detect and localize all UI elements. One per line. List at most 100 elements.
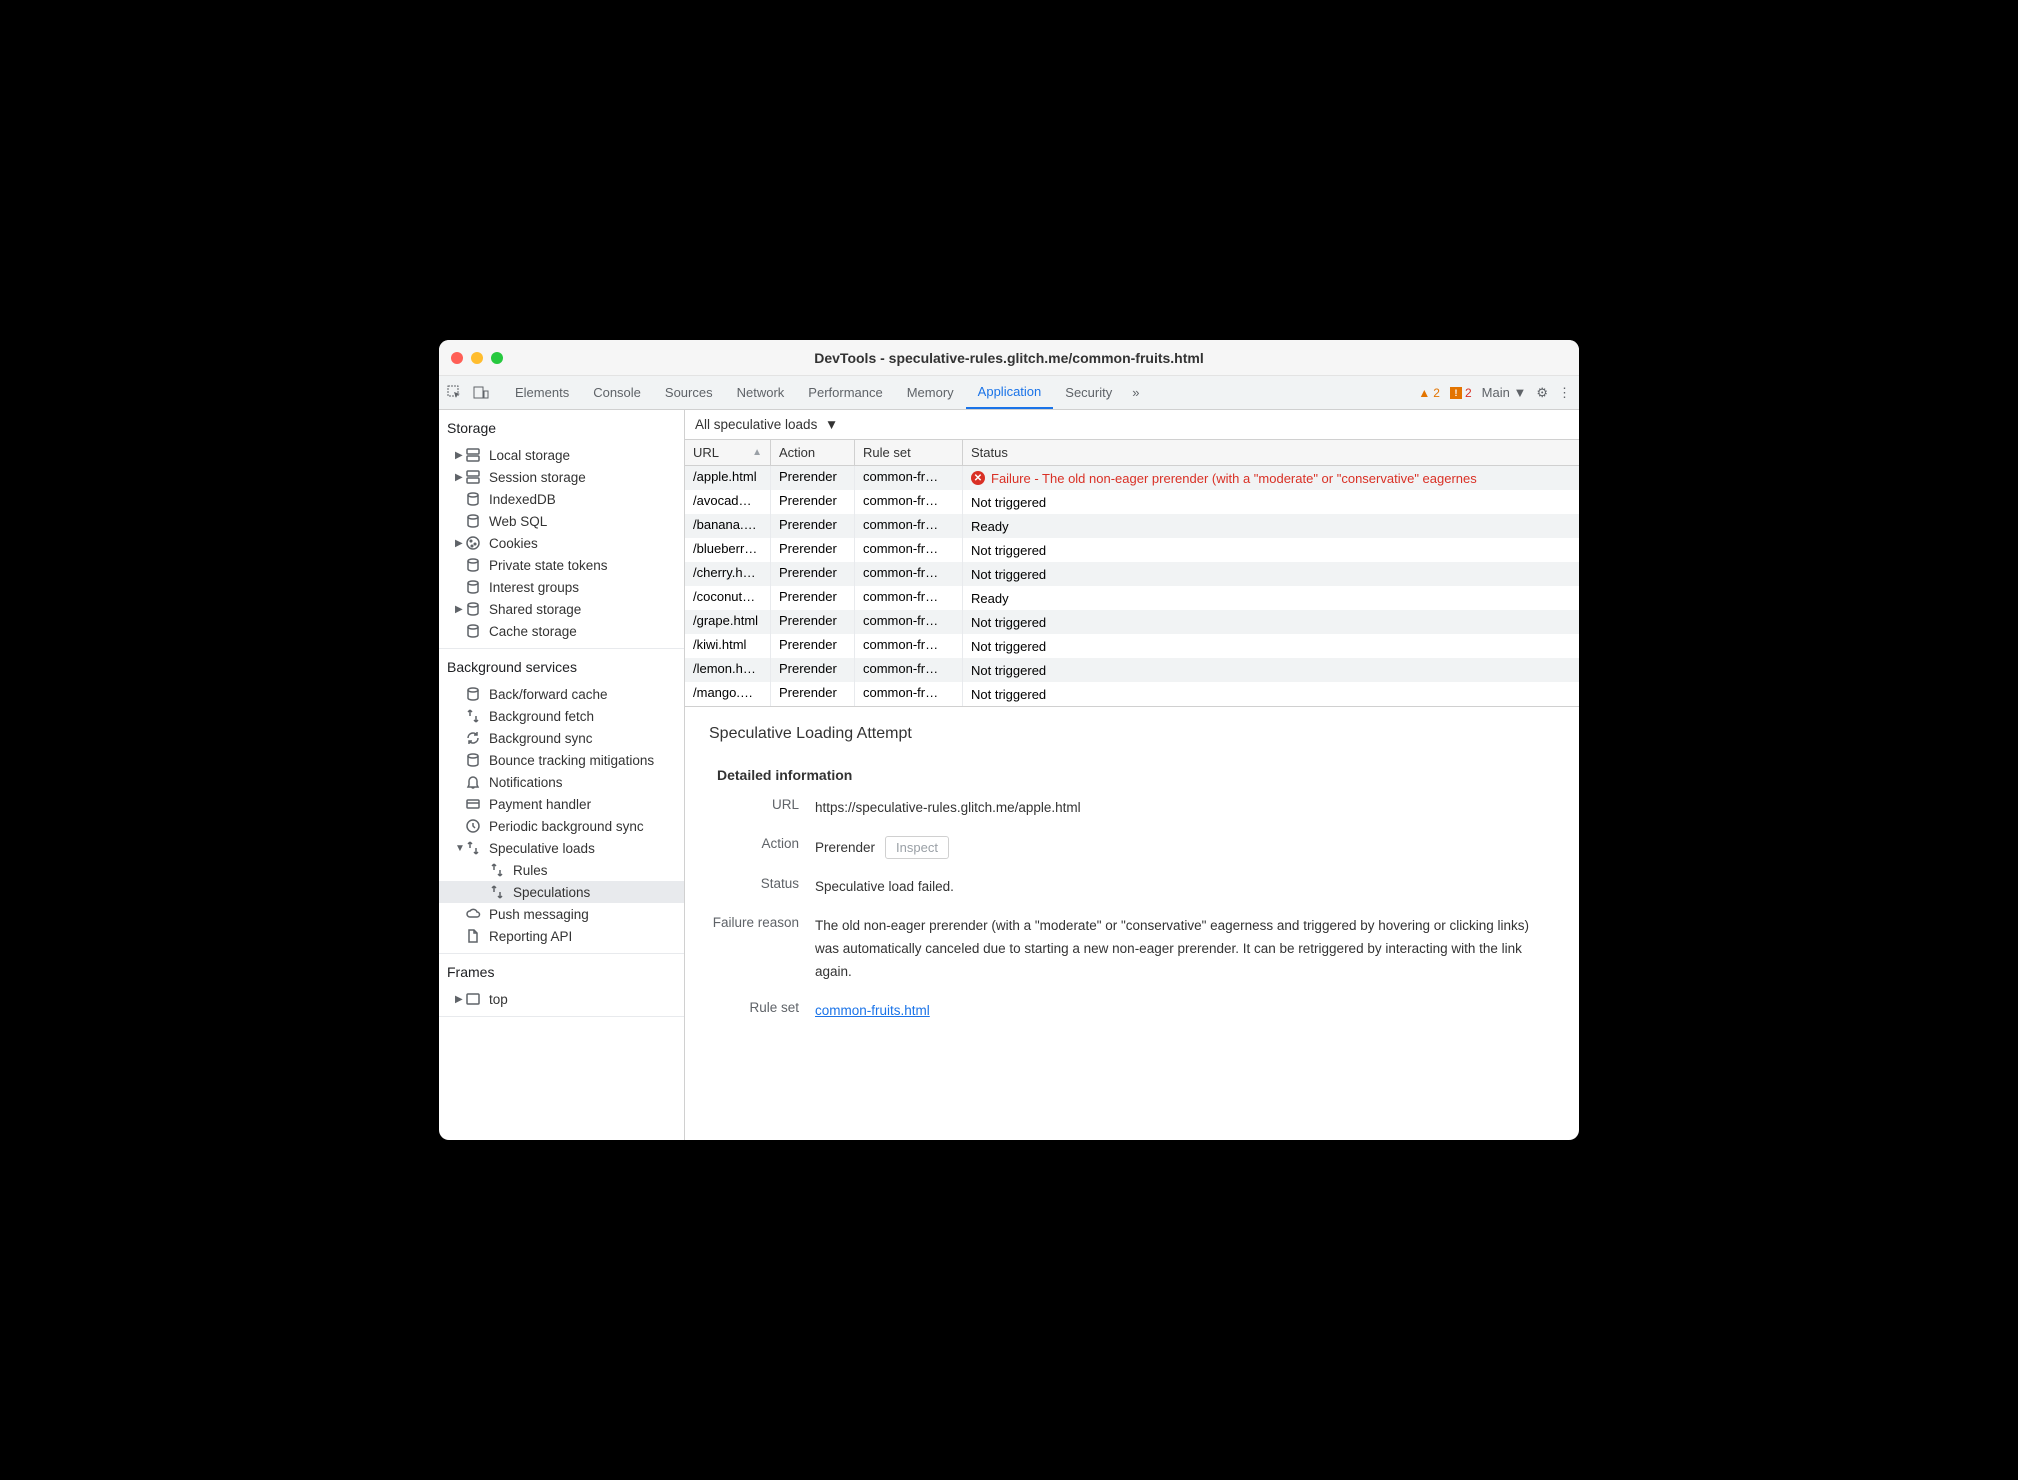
- detail-subheading: Detailed information: [709, 767, 1555, 783]
- cell-action: Prerender: [771, 610, 855, 634]
- column-header-ruleset[interactable]: Rule set: [855, 440, 963, 465]
- cylinder-icon: [465, 579, 481, 595]
- zoom-window-button[interactable]: [491, 352, 503, 364]
- table-row[interactable]: /cherry.h…Prerendercommon-fr…Not trigger…: [685, 562, 1579, 586]
- sidebar-item-cookies[interactable]: ▶ Cookies: [439, 532, 684, 554]
- sidebar-item-indexeddb[interactable]: IndexedDB: [439, 488, 684, 510]
- tab-console[interactable]: Console: [581, 376, 653, 409]
- sidebar-item-label: Shared storage: [489, 602, 581, 617]
- table-row[interactable]: /blueberr…Prerendercommon-fr…Not trigger…: [685, 538, 1579, 562]
- clock-icon: [465, 818, 481, 834]
- sidebar-item-rules[interactable]: Rules: [439, 859, 684, 881]
- table-row[interactable]: /mango.…Prerendercommon-fr…Not triggered: [685, 682, 1579, 706]
- sidebar-item-shared-storage[interactable]: ▶Shared storage: [439, 598, 684, 620]
- tab-network[interactable]: Network: [725, 376, 797, 409]
- cylinder-icon: [465, 601, 481, 617]
- table-row[interactable]: /lemon.h…Prerendercommon-fr…Not triggere…: [685, 658, 1579, 682]
- warning-icon: ▲: [1418, 386, 1430, 400]
- cell-action: Prerender: [771, 466, 855, 490]
- cell-status: Not triggered: [963, 538, 1579, 562]
- tab-application[interactable]: Application: [966, 376, 1054, 409]
- cell-url: /kiwi.html: [685, 634, 771, 658]
- device-toolbar-icon[interactable]: [473, 385, 489, 401]
- sidebar-item-interest-groups[interactable]: Interest groups: [439, 576, 684, 598]
- cylinder-icon: [465, 752, 481, 768]
- sidebar-item-back-forward-cache[interactable]: Back/forward cache: [439, 683, 684, 705]
- tab-performance[interactable]: Performance: [796, 376, 894, 409]
- sidebar-item-local-storage[interactable]: ▶Local storage: [439, 444, 684, 466]
- sidebar-item-label: Cookies: [489, 536, 538, 551]
- minimize-window-button[interactable]: [471, 352, 483, 364]
- table-row[interactable]: /banana.…Prerendercommon-fr…Ready: [685, 514, 1579, 538]
- sidebar-section-storage: Storage: [439, 410, 684, 444]
- filter-dropdown[interactable]: All speculative loads ▼: [685, 410, 1579, 440]
- settings-icon[interactable]: ⚙: [1536, 385, 1548, 401]
- sidebar-item-background-fetch[interactable]: Background fetch: [439, 705, 684, 727]
- titlebar: DevTools - speculative-rules.glitch.me/c…: [439, 340, 1579, 376]
- cylinder-icon: [465, 557, 481, 573]
- sidebar-item-notifications[interactable]: Notifications: [439, 771, 684, 793]
- detail-ruleset-link[interactable]: common-fruits.html: [815, 1003, 930, 1018]
- table-row[interactable]: /coconut…Prerendercommon-fr…Ready: [685, 586, 1579, 610]
- sidebar-item-top[interactable]: ▶top: [439, 988, 684, 1010]
- cell-url: /coconut…: [685, 586, 771, 610]
- detail-url-value: https://speculative-rules.glitch.me/appl…: [815, 797, 1555, 820]
- caret-right-icon: ▶: [455, 538, 465, 549]
- errors-badge[interactable]: !2: [1450, 386, 1472, 400]
- tab-elements[interactable]: Elements: [503, 376, 581, 409]
- card-icon: [465, 796, 481, 812]
- tab-security[interactable]: Security: [1053, 376, 1124, 409]
- warnings-badge[interactable]: ▲2: [1418, 386, 1440, 400]
- cell-status: ✕Failure - The old non-eager prerender (…: [963, 466, 1579, 490]
- sidebar-item-reporting-api[interactable]: Reporting API: [439, 925, 684, 947]
- table-row[interactable]: /avocad…Prerendercommon-fr…Not triggered: [685, 490, 1579, 514]
- detail-reason-value: The old non-eager prerender (with a "mod…: [815, 915, 1555, 984]
- column-header-action[interactable]: Action: [771, 440, 855, 465]
- sidebar-item-label: Background fetch: [489, 709, 594, 724]
- cell-rule: common-fr…: [855, 514, 963, 538]
- column-header-status[interactable]: Status: [963, 440, 1579, 465]
- sidebar-item-label: Interest groups: [489, 580, 579, 595]
- table-row[interactable]: /apple.htmlPrerendercommon-fr…✕Failure -…: [685, 466, 1579, 490]
- inspect-element-icon[interactable]: [447, 385, 463, 401]
- sidebar-item-label: Reporting API: [489, 929, 572, 944]
- content-pane: All speculative loads ▼ URL▲ Action Rule…: [685, 410, 1579, 1140]
- sidebar-item-session-storage[interactable]: ▶Session storage: [439, 466, 684, 488]
- cell-url: /lemon.h…: [685, 658, 771, 682]
- sidebar-item-background-sync[interactable]: Background sync: [439, 727, 684, 749]
- cell-action: Prerender: [771, 586, 855, 610]
- sidebar-item-payment-handler[interactable]: Payment handler: [439, 793, 684, 815]
- tab-memory[interactable]: Memory: [895, 376, 966, 409]
- table-row[interactable]: /kiwi.htmlPrerendercommon-fr…Not trigger…: [685, 634, 1579, 658]
- sidebar-item-private-state-tokens[interactable]: Private state tokens: [439, 554, 684, 576]
- sidebar-item-periodic-background-sync[interactable]: Periodic background sync: [439, 815, 684, 837]
- detail-status-value: Speculative load failed.: [815, 876, 1555, 899]
- sidebar-item-speculative-loads[interactable]: ▼Speculative loads: [439, 837, 684, 859]
- panel-tabs: ElementsConsoleSourcesNetworkPerformance…: [503, 376, 1124, 409]
- cookie-icon: [465, 535, 481, 551]
- sidebar-item-label: Cache storage: [489, 624, 577, 639]
- more-options-icon[interactable]: ⋮: [1558, 385, 1571, 401]
- caret-down-icon: ▼: [455, 843, 465, 854]
- cell-action: Prerender: [771, 658, 855, 682]
- sidebar-item-label: Speculations: [513, 885, 590, 900]
- cell-url: /apple.html: [685, 466, 771, 490]
- sidebar-section-frames: Frames: [439, 954, 684, 988]
- close-window-button[interactable]: [451, 352, 463, 364]
- sidebar-item-cache-storage[interactable]: Cache storage: [439, 620, 684, 642]
- cell-status: Not triggered: [963, 562, 1579, 586]
- column-header-url[interactable]: URL▲: [685, 440, 771, 465]
- tab-sources[interactable]: Sources: [653, 376, 725, 409]
- sidebar-item-label: Rules: [513, 863, 548, 878]
- cell-url: /cherry.h…: [685, 562, 771, 586]
- sidebar-item-speculations[interactable]: Speculations: [439, 881, 684, 903]
- sidebar-item-label: Back/forward cache: [489, 687, 608, 702]
- sidebar-item-bounce-tracking-mitigations[interactable]: Bounce tracking mitigations: [439, 749, 684, 771]
- target-selector[interactable]: Main ▼: [1482, 385, 1527, 400]
- sidebar-item-web-sql[interactable]: Web SQL: [439, 510, 684, 532]
- sidebar-item-label: Push messaging: [489, 907, 589, 922]
- more-tabs-icon[interactable]: »: [1124, 385, 1147, 400]
- sidebar-item-push-messaging[interactable]: Push messaging: [439, 903, 684, 925]
- table-row[interactable]: /grape.htmlPrerendercommon-fr…Not trigge…: [685, 610, 1579, 634]
- inspect-button[interactable]: Inspect: [885, 836, 949, 859]
